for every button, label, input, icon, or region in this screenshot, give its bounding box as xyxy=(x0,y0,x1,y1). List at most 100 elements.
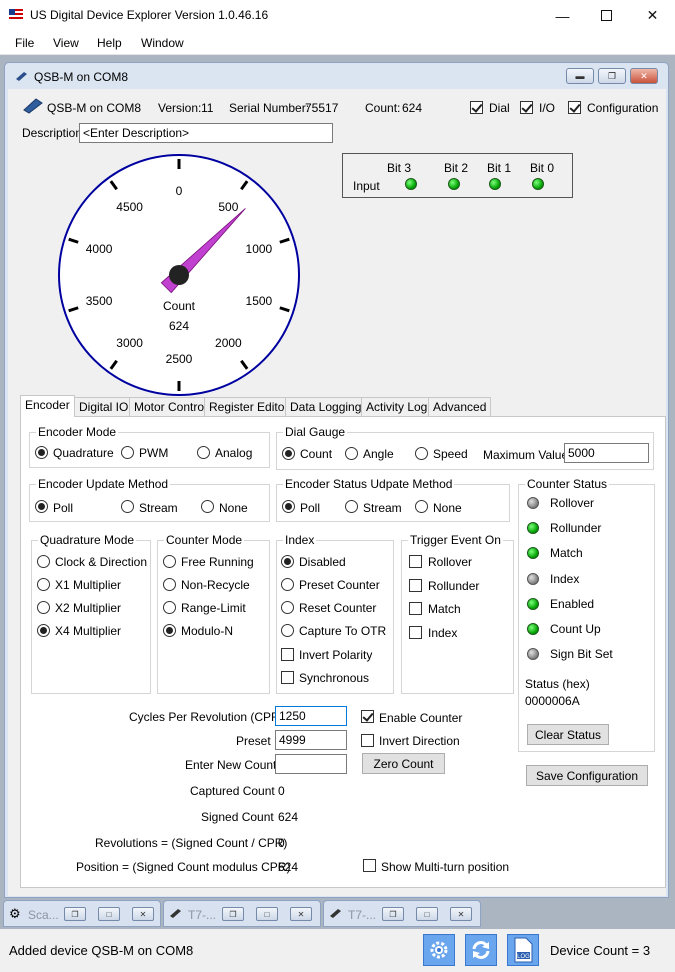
menu-file[interactable]: File xyxy=(15,36,34,50)
clear-status-button[interactable]: Clear Status xyxy=(527,724,609,745)
mini2-close-button[interactable]: ✕ xyxy=(290,907,312,921)
trigger-match-checkbox[interactable] xyxy=(409,602,422,615)
status-update-stream-radio[interactable] xyxy=(345,500,358,513)
tab-register-editor[interactable]: Register Editor xyxy=(204,397,294,417)
counter-mode-free-running-radio[interactable] xyxy=(163,555,176,568)
encoder-mode-analog-radio[interactable] xyxy=(197,446,210,459)
encoder-mode-pwm-radio[interactable] xyxy=(121,446,134,459)
zero-count-button[interactable]: Zero Count xyxy=(362,753,445,774)
index-disabled-label: Disabled xyxy=(299,555,346,569)
enable-counter-checkbox[interactable] xyxy=(361,710,374,723)
tab-motor-control[interactable]: Motor Control xyxy=(129,397,212,417)
encoder-icon xyxy=(15,70,29,85)
counter-mode-non-recycle-radio[interactable] xyxy=(163,578,176,591)
encoder-update-method-title: Encoder Update Method xyxy=(36,477,171,491)
gauge-center-label: Count xyxy=(163,299,196,313)
minimized-window-3[interactable]: T7-... ❐ □ ✕ xyxy=(323,900,481,927)
counter-mode-non-recycle-label: Non-Recycle xyxy=(181,578,250,592)
close-button[interactable]: ✕ xyxy=(630,0,675,31)
update-stream-label: Stream xyxy=(139,501,178,515)
maximum-value-input[interactable]: 5000 xyxy=(564,443,649,463)
mini2-maximize-button[interactable]: □ xyxy=(256,907,278,921)
menu-help[interactable]: Help xyxy=(97,36,122,50)
cpr-input[interactable]: 1250 xyxy=(275,706,347,726)
multiturn-checkbox[interactable] xyxy=(363,859,376,872)
dial-checkbox[interactable] xyxy=(470,101,483,114)
mini2-restore-button[interactable]: ❐ xyxy=(222,907,244,921)
trigger-rollunder-label: Rollunder xyxy=(428,578,480,593)
update-stream-radio[interactable] xyxy=(121,500,134,513)
gear-icon: ⚙ xyxy=(9,906,21,921)
update-poll-radio[interactable] xyxy=(35,500,48,513)
settings-gear-icon[interactable] xyxy=(423,934,455,966)
menu-window[interactable]: Window xyxy=(141,36,184,50)
trigger-rollunder-checkbox[interactable] xyxy=(409,578,422,592)
index-invert-polarity-checkbox[interactable] xyxy=(281,648,294,661)
mini3-restore-button[interactable]: ❐ xyxy=(382,907,404,921)
minimized-window-2[interactable]: T7-... ❐ □ ✕ xyxy=(163,900,321,927)
quad-x2-multiplier-radio[interactable] xyxy=(37,601,50,614)
invert-direction-checkbox[interactable] xyxy=(361,734,374,747)
tab-data-logging[interactable]: Data Logging xyxy=(285,397,367,417)
dial-gauge-speed-radio[interactable] xyxy=(415,447,428,460)
index-preset-counter-radio[interactable] xyxy=(281,578,294,591)
dial-label: Dial xyxy=(489,101,510,115)
mini1-close-button[interactable]: ✕ xyxy=(132,907,154,921)
child-minimize-button[interactable]: ▬ xyxy=(566,68,594,84)
preset-input[interactable]: 4999 xyxy=(275,730,347,750)
revolutions-value: 0 xyxy=(278,836,285,850)
bit3-label: Bit 3 xyxy=(387,161,412,175)
save-configuration-button[interactable]: Save Configuration xyxy=(526,765,648,786)
log-icon[interactable]: LOG xyxy=(507,934,539,966)
trigger-index-checkbox[interactable] xyxy=(409,625,422,639)
refresh-icon[interactable] xyxy=(465,934,497,966)
index-title: Index xyxy=(283,533,317,547)
tab-advanced[interactable]: Advanced xyxy=(428,397,492,417)
title-bar: US Digital Device Explorer Version 1.0.4… xyxy=(0,0,675,31)
quad-clock-direction-radio[interactable] xyxy=(37,555,50,568)
configuration-checkbox[interactable] xyxy=(568,101,581,114)
status-update-poll-label: Poll xyxy=(300,501,321,515)
quad-x4-multiplier-radio[interactable] xyxy=(37,624,50,637)
index-synchronous-checkbox[interactable] xyxy=(281,671,294,684)
tab-digital-io[interactable]: Digital IO xyxy=(74,397,134,417)
tab-activity-log[interactable]: Activity Log xyxy=(361,397,433,417)
trigger-rollover-checkbox[interactable] xyxy=(409,555,422,568)
index-disabled-radio[interactable] xyxy=(281,555,294,568)
dial-gauge-angle-radio[interactable] xyxy=(345,447,358,460)
child-close-button[interactable]: ✕ xyxy=(630,68,658,84)
gauge-tick-label: 500 xyxy=(218,200,238,214)
io-label: I/O xyxy=(539,101,556,115)
gauge-tick-label: 1500 xyxy=(246,294,273,308)
serial-value: 75517 xyxy=(305,101,339,115)
menu-view[interactable]: View xyxy=(53,36,79,50)
status-update-none-radio[interactable] xyxy=(415,500,428,513)
quad-x1-multiplier-radio[interactable] xyxy=(37,578,50,591)
index-capture-to-otr-radio[interactable] xyxy=(281,624,294,637)
io-checkbox[interactable] xyxy=(520,101,533,114)
index-reset-counter-radio[interactable] xyxy=(281,601,294,614)
description-input[interactable]: <Enter Description> xyxy=(79,123,333,143)
minimize-button[interactable]: — xyxy=(540,0,585,31)
serial-label: Serial Number: xyxy=(229,101,310,115)
gauge-tick-label: 4500 xyxy=(116,200,143,214)
mini1-restore-button[interactable]: ❐ xyxy=(64,907,86,921)
new-count-input[interactable] xyxy=(275,754,347,774)
dial-gauge-count-radio[interactable] xyxy=(282,447,295,460)
status-enabled-led xyxy=(527,597,539,610)
counter-mode-range-limit-radio[interactable] xyxy=(163,601,176,614)
counter-mode-modulo-n-radio[interactable] xyxy=(163,624,176,637)
minimized-window-1[interactable]: ⚙ Sca... ❐ □ ✕ xyxy=(3,900,161,927)
update-none-radio[interactable] xyxy=(201,500,214,513)
mini3-maximize-button[interactable]: □ xyxy=(416,907,438,921)
encoder-mode-quadrature-radio[interactable] xyxy=(35,446,48,459)
mini3-close-button[interactable]: ✕ xyxy=(450,907,472,921)
update-none-label: None xyxy=(219,501,248,515)
tab-encoder[interactable]: Encoder xyxy=(20,395,75,417)
maximize-button[interactable] xyxy=(584,0,629,31)
mini1-maximize-button[interactable]: □ xyxy=(98,907,120,921)
status-update-poll-radio[interactable] xyxy=(282,500,295,513)
status-count-up-led xyxy=(527,623,539,635)
child-restore-button[interactable]: ❐ xyxy=(598,68,626,84)
count-value: 624 xyxy=(402,101,423,115)
